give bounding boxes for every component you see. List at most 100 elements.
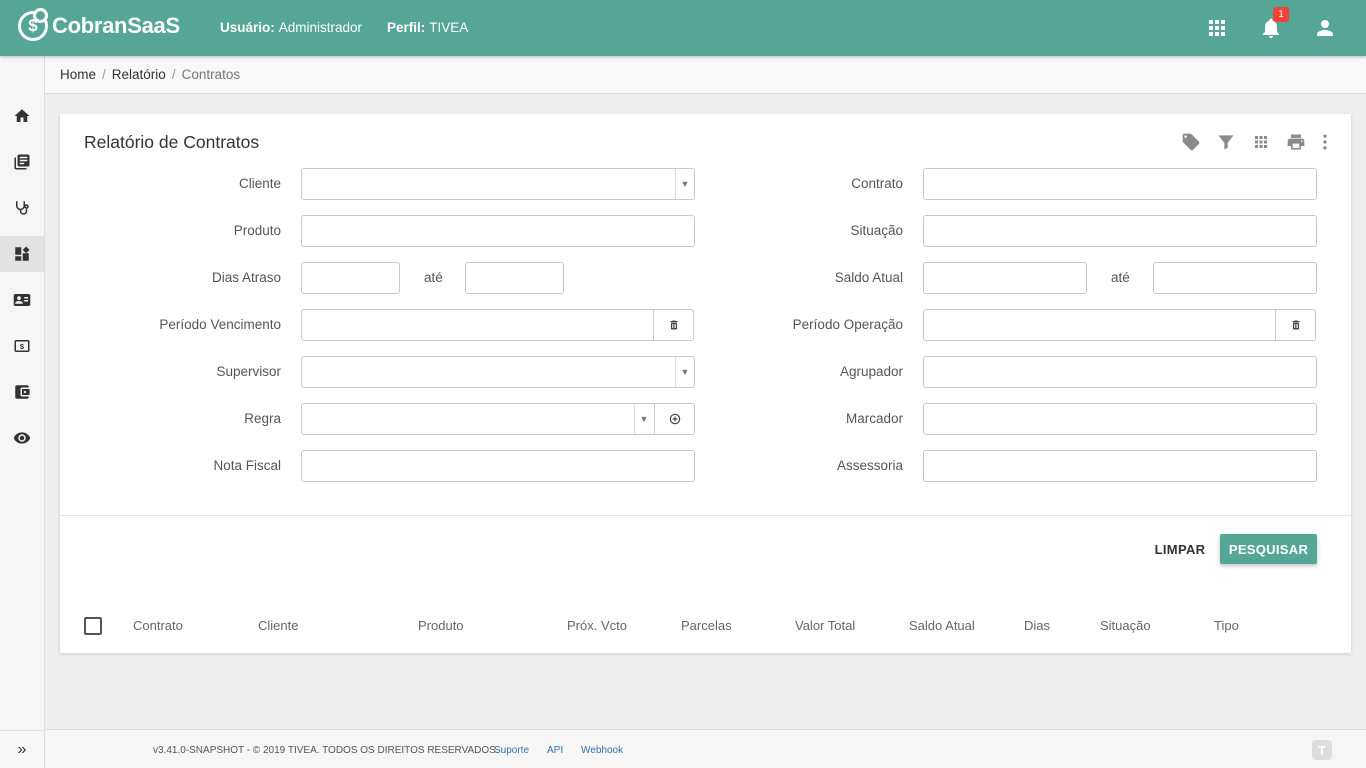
sidebar-item-library[interactable] <box>0 144 44 180</box>
periodo-vencimento-label: Período Vencimento <box>159 317 281 332</box>
sidebar-expand-button[interactable]: » <box>0 730 44 768</box>
add-regra-button[interactable] <box>654 404 694 434</box>
print-icon[interactable] <box>1285 131 1307 153</box>
page-title: Relatório de Contratos <box>84 132 260 152</box>
tag-icon[interactable] <box>1180 131 1202 153</box>
search-button[interactable]: PESQUISAR <box>1220 534 1317 564</box>
library-books-icon <box>14 154 30 170</box>
clear-button[interactable]: LIMPAR <box>1150 534 1210 564</box>
column-header-contrato[interactable]: Contrato <box>133 618 183 633</box>
sidebar: $ » <box>0 56 45 768</box>
select-all-checkbox[interactable] <box>84 617 102 635</box>
breadcrumb-current: Contratos <box>181 67 241 82</box>
footer-link-suporte[interactable]: Suporte <box>494 745 529 756</box>
column-header-dias[interactable]: Dias <box>1024 618 1050 633</box>
produto-input[interactable] <box>301 215 695 247</box>
nota-fiscal-label: Nota Fiscal <box>213 458 281 473</box>
sidebar-item-contacts[interactable] <box>0 282 44 318</box>
situacao-label: Situação <box>850 223 903 238</box>
marcador-input[interactable] <box>923 403 1317 435</box>
chevron-down-icon: ▼ <box>634 404 653 434</box>
column-header-saldo-atual[interactable]: Saldo Atual <box>909 618 975 633</box>
breadcrumb-home[interactable]: Home <box>60 67 96 82</box>
dias-atraso-ate-label: até <box>424 270 443 285</box>
sidebar-item-home[interactable] <box>0 98 44 134</box>
assessoria-input[interactable] <box>923 450 1317 482</box>
column-header-prox-vcto[interactable]: Próx. Vcto <box>567 618 627 633</box>
footer-link-webhook[interactable]: Webhook <box>581 745 623 756</box>
breadcrumb: Home / Relatório / Contratos <box>45 56 1366 94</box>
cliente-label: Cliente <box>238 176 281 191</box>
saldo-atual-to-input[interactable] <box>1153 262 1317 294</box>
supervisor-select[interactable]: ▼ <box>301 356 695 388</box>
column-header-situacao[interactable]: Situação <box>1100 618 1151 633</box>
money-icon: $ <box>14 340 30 352</box>
profile-label: Perfil: <box>387 20 426 35</box>
contrato-label: Contrato <box>851 176 903 191</box>
dias-atraso-from-input[interactable] <box>301 262 400 294</box>
saldo-atual-from-input[interactable] <box>923 262 1087 294</box>
coin-logo-icon: $ <box>18 8 48 41</box>
column-header-parcelas[interactable]: Parcelas <box>681 618 732 633</box>
regra-select[interactable]: ▼ <box>301 403 695 435</box>
add-circle-icon <box>669 413 680 425</box>
dias-atraso-to-input[interactable] <box>465 262 564 294</box>
column-header-tipo[interactable]: Tipo <box>1214 618 1239 633</box>
double-chevron-right-icon: » <box>17 740 27 758</box>
dashboard-icon <box>15 246 30 261</box>
tivea-logo-icon: T <box>1312 740 1332 760</box>
form-divider <box>60 515 1351 516</box>
regra-label: Regra <box>244 411 281 426</box>
assessoria-label: Assessoria <box>836 458 903 473</box>
breadcrumb-separator: / <box>102 67 106 82</box>
profile-info: Perfil: TIVEA <box>387 20 468 35</box>
contrato-input[interactable] <box>923 168 1317 200</box>
footer: v3.41.0-SNAPSHOT - © 2019 TIVEA. TODOS O… <box>45 729 1366 768</box>
filter-icon[interactable] <box>1215 131 1237 153</box>
column-header-cliente[interactable]: Cliente <box>258 618 298 633</box>
supervisor-label: Supervisor <box>216 364 281 379</box>
cliente-select[interactable]: ▼ <box>301 168 695 200</box>
grid-icon[interactable] <box>1250 131 1272 153</box>
user-label: Usuário: <box>220 20 275 35</box>
footer-link-api[interactable]: API <box>547 745 563 756</box>
sidebar-item-dashboard[interactable] <box>0 236 44 272</box>
apps-grid-icon[interactable] <box>1205 16 1229 40</box>
nota-fiscal-input[interactable] <box>301 450 695 482</box>
periodo-operacao-label: Período Operação <box>792 317 903 332</box>
more-vert-icon[interactable] <box>1314 131 1336 153</box>
saldo-atual-ate-label: até <box>1111 270 1130 285</box>
copyright-text: v3.41.0-SNAPSHOT - © 2019 TIVEA. TODOS O… <box>153 745 499 756</box>
sidebar-item-finance[interactable]: $ <box>0 328 44 364</box>
sidebar-item-wallet[interactable] <box>0 374 44 410</box>
sidebar-item-health[interactable] <box>0 190 44 226</box>
situacao-input[interactable] <box>923 215 1317 247</box>
top-app-bar: $ CobranSaaS Usuário: Administrador Perfi… <box>0 0 1366 56</box>
produto-label: Produto <box>233 223 281 238</box>
home-icon <box>14 109 30 122</box>
chevron-down-icon: ▼ <box>675 357 694 387</box>
breadcrumb-report[interactable]: Relatório <box>112 67 166 82</box>
notification-badge: 1 <box>1273 7 1289 22</box>
brand-name: CobranSaaS <box>52 13 180 38</box>
agrupador-input[interactable] <box>923 356 1317 388</box>
column-header-produto[interactable]: Produto <box>418 618 464 633</box>
account-person-icon[interactable] <box>1313 16 1337 40</box>
sidebar-item-monitor[interactable] <box>0 420 44 456</box>
clear-date-button[interactable] <box>1275 310 1315 340</box>
periodo-vencimento-input[interactable] <box>301 309 694 341</box>
wallet-icon <box>15 385 30 399</box>
clear-date-button[interactable] <box>653 310 693 340</box>
report-card: Relatório de Contratos Cliente ▼ Produto… <box>60 114 1351 653</box>
trash-icon <box>1292 320 1299 330</box>
eye-icon <box>13 432 31 444</box>
results-table-header: Contrato Cliente Produto Próx. Vcto Parc… <box>60 609 1351 643</box>
stethoscope-icon <box>16 201 29 215</box>
profile-name: TIVEA <box>429 20 469 35</box>
dias-atraso-label: Dias Atraso <box>211 270 281 285</box>
user-info: Usuário: Administrador <box>220 20 362 35</box>
brand-logo[interactable]: $ CobranSaaS <box>18 8 180 41</box>
periodo-operacao-input[interactable] <box>923 309 1316 341</box>
chevron-down-icon: ▼ <box>675 169 694 199</box>
column-header-valor-total[interactable]: Valor Total <box>795 618 855 633</box>
